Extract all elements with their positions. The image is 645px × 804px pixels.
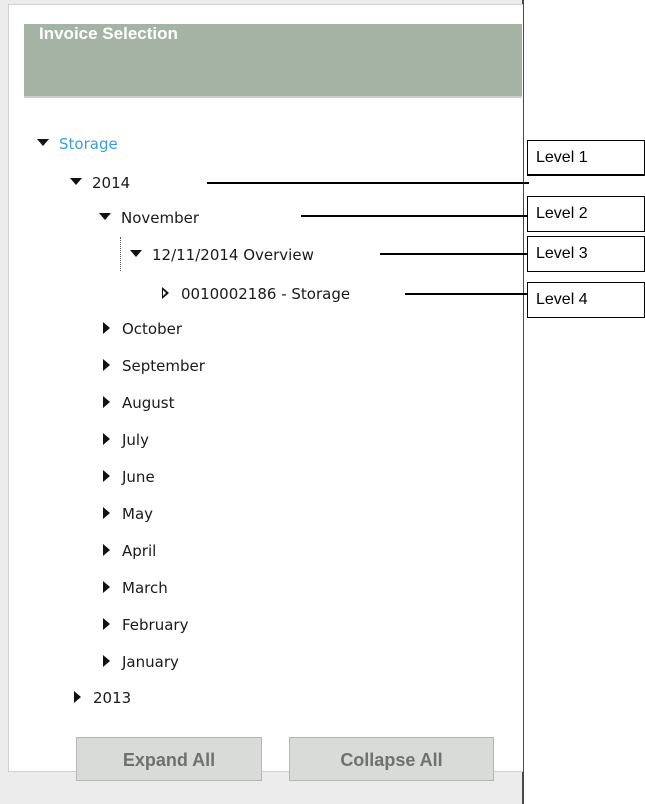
callout-level-4: Level 4 bbox=[527, 282, 645, 318]
tree-node-month[interactable]: February bbox=[101, 613, 188, 637]
tree-node-label[interactable]: August bbox=[122, 394, 175, 412]
tree-node-label[interactable]: November bbox=[121, 209, 199, 227]
callout-line-level-3 bbox=[380, 253, 529, 255]
tree-node-label[interactable]: March bbox=[122, 579, 168, 597]
tree-node-label[interactable]: January bbox=[122, 653, 179, 671]
caret-right-icon[interactable] bbox=[74, 690, 81, 703]
panel-body bbox=[8, 4, 523, 772]
callout-level-1: Level 1 bbox=[527, 140, 645, 174]
tree-node-label[interactable]: September bbox=[122, 357, 205, 375]
collapse-all-button[interactable]: Collapse All bbox=[289, 737, 494, 781]
tree-node-label[interactable]: May bbox=[122, 505, 153, 523]
tree-node-label[interactable]: 0010002186 - Storage bbox=[181, 285, 350, 303]
tree-node-label[interactable]: 12/11/2014 Overview bbox=[152, 246, 314, 264]
tree-node-label[interactable]: 2014 bbox=[92, 174, 130, 192]
caret-right-icon[interactable] bbox=[103, 617, 110, 630]
tree-node-month[interactable]: March bbox=[101, 576, 168, 600]
caret-right-icon[interactable] bbox=[103, 654, 110, 667]
caret-right-icon[interactable] bbox=[103, 469, 110, 482]
tree-node-month[interactable]: October bbox=[101, 317, 182, 341]
callout-line-level-2 bbox=[301, 215, 529, 217]
tree-node-month[interactable]: January bbox=[101, 650, 179, 674]
caret-down-icon[interactable] bbox=[70, 178, 82, 185]
callout-level-1-bottom-border bbox=[527, 174, 645, 176]
tree-node-month[interactable]: August bbox=[101, 391, 175, 415]
tree-node-label[interactable]: 2013 bbox=[93, 689, 131, 707]
callout-line-level-1 bbox=[207, 182, 529, 184]
caret-right-outline-icon[interactable] bbox=[162, 286, 169, 299]
tree-node-storage[interactable]: Storage bbox=[37, 132, 118, 156]
tree-node-label[interactable]: October bbox=[122, 320, 182, 338]
tree-node-month[interactable]: July bbox=[101, 428, 149, 452]
callout-level-1-top-border bbox=[527, 140, 645, 141]
caret-down-icon[interactable] bbox=[37, 139, 49, 146]
tree-node-2014[interactable]: 2014 bbox=[70, 171, 130, 195]
focus-dotted-line bbox=[120, 237, 121, 271]
callout-level-2: Level 2 bbox=[527, 196, 645, 232]
tree-node-label[interactable]: July bbox=[122, 431, 149, 449]
tree-node-label[interactable]: June bbox=[122, 468, 155, 486]
tree-node-overview[interactable]: 12/11/2014 Overview bbox=[130, 243, 314, 267]
tree-node-november[interactable]: November bbox=[99, 206, 199, 230]
callout-level-3: Level 3 bbox=[527, 236, 645, 272]
caret-down-icon[interactable] bbox=[99, 213, 111, 220]
caret-right-icon[interactable] bbox=[103, 395, 110, 408]
tree-node-label[interactable]: February bbox=[122, 616, 188, 634]
caret-right-icon[interactable] bbox=[103, 543, 110, 556]
tree-node-month[interactable]: April bbox=[101, 539, 156, 563]
panel-title: Invoice Selection bbox=[39, 24, 178, 43]
tree-node-label[interactable]: Storage bbox=[59, 135, 118, 153]
tree-node-2013[interactable]: 2013 bbox=[72, 686, 131, 710]
callout-line-level-4 bbox=[405, 293, 529, 295]
tree-node-label[interactable]: April bbox=[122, 542, 156, 560]
caret-right-icon[interactable] bbox=[103, 432, 110, 445]
caret-down-icon[interactable] bbox=[130, 250, 142, 257]
tree-node-invoice[interactable]: 0010002186 - Storage bbox=[160, 282, 350, 306]
caret-right-icon[interactable] bbox=[103, 506, 110, 519]
tree-node-month[interactable]: September bbox=[101, 354, 205, 378]
caret-right-icon[interactable] bbox=[103, 580, 110, 593]
caret-right-icon[interactable] bbox=[103, 358, 110, 371]
tree-node-month[interactable]: June bbox=[101, 465, 155, 489]
expand-all-button[interactable]: Expand All bbox=[76, 737, 262, 781]
caret-right-icon[interactable] bbox=[103, 321, 110, 334]
invoice-selection-panel bbox=[0, 0, 524, 804]
tree-node-month[interactable]: May bbox=[101, 502, 153, 526]
